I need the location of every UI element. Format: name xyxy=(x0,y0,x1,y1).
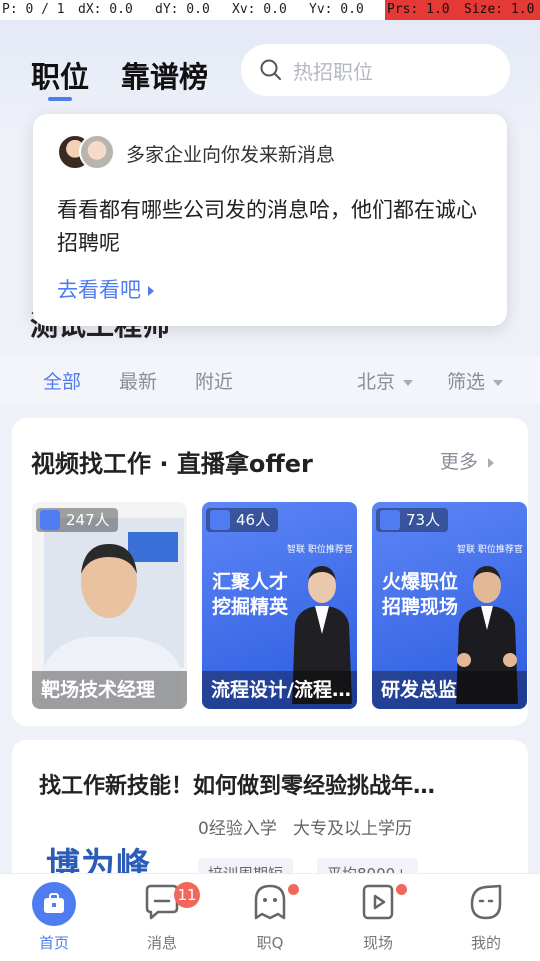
more-label: 更多 xyxy=(440,451,479,473)
nav-mine-label: 我的 xyxy=(470,934,501,952)
debug-dx: dX: 0.0 xyxy=(78,2,133,17)
message-badge: 11 xyxy=(174,882,200,908)
tab-ranking[interactable]: 靠谱榜 xyxy=(121,54,208,96)
viewer-count: 46人 xyxy=(206,508,279,532)
debug-dy: dY: 0.0 xyxy=(155,2,210,17)
search-icon xyxy=(260,59,281,80)
nav-home-label: 首页 xyxy=(38,934,69,952)
tab-active-indicator xyxy=(48,97,72,101)
message-popup[interactable]: 多家企业向你发来新消息 看看都有哪些公司发的消息哈，他们都在诚心招聘呢 去看看吧 xyxy=(33,114,507,326)
viewer-count: 247人 xyxy=(36,508,118,532)
nav-mine[interactable]: 我的 xyxy=(432,874,540,961)
chevron-right-icon xyxy=(148,286,154,296)
live-bars-icon xyxy=(380,509,400,530)
avatar xyxy=(79,134,115,170)
search-placeholder: 热招职位 xyxy=(293,60,373,84)
play-video-icon xyxy=(362,884,394,920)
ghost-chat-icon xyxy=(254,884,286,920)
debug-size: Size: 1.0 xyxy=(462,0,540,20)
nav-live-label: 现场 xyxy=(362,934,393,952)
debug-yv: Yv: 0.0 xyxy=(309,2,364,17)
nav-messages[interactable]: 11 消息 xyxy=(108,874,216,961)
course-title: 找工作新技能！如何做到零经验挑战年… xyxy=(39,774,436,799)
popup-body: 看看都有哪些公司发的消息哈，他们都在诚心招聘呢 xyxy=(57,198,477,255)
video-thumb[interactable]: 智联 职位推荐官 火爆职位 招聘现场 73人 研发总监 xyxy=(372,502,527,709)
filter-bar: 全部 最新 附近 北京 筛选 xyxy=(0,355,540,405)
video-section: 视频找工作 · 直播拿offer 更多 247人 靶场技术经理 智联 职位推荐官… xyxy=(12,418,528,726)
video-slogan: 火爆职位 招聘现场 xyxy=(382,571,459,618)
debug-overlay: P: 0 / 1 dX: 0.0 dY: 0.0 Xv: 0.0 Yv: 0.0… xyxy=(0,0,540,20)
live-bars-icon xyxy=(210,509,230,530)
nav-zhiq[interactable]: 职Q xyxy=(216,874,324,961)
filter-city-label: 北京 xyxy=(357,371,396,393)
course-info: 0经验入学 大专及以上学历 xyxy=(198,819,413,839)
video-caption: 流程设计/流程… xyxy=(202,671,357,709)
video-thumb[interactable]: 智联 职位推荐官 汇聚人才 挖掘精英 46人 流程设计/流程… xyxy=(202,502,357,709)
notification-dot xyxy=(288,884,299,895)
viewer-count: 73人 xyxy=(376,508,449,532)
chevron-right-icon xyxy=(488,457,495,468)
video-thumb[interactable]: 247人 靶场技术经理 xyxy=(32,502,187,709)
debug-prs: Prs: 1.0 xyxy=(385,0,462,20)
live-bars-icon xyxy=(40,509,60,530)
chevron-down-icon xyxy=(403,379,414,386)
video-slogan: 汇聚人才 挖掘精英 xyxy=(212,571,289,618)
popup-link-label: 去看看吧 xyxy=(57,278,141,302)
notification-dot xyxy=(396,884,407,895)
home-briefcase-icon xyxy=(32,882,76,926)
search-input[interactable]: 热招职位 xyxy=(241,44,510,96)
filter-latest[interactable]: 最新 xyxy=(119,367,157,394)
video-caption: 研发总监 xyxy=(372,671,527,709)
nav-zhiq-label: 职Q xyxy=(256,934,284,952)
filter-city[interactable]: 北京 xyxy=(357,367,414,394)
popup-link[interactable]: 去看看吧 xyxy=(57,274,154,304)
filter-nearby[interactable]: 附近 xyxy=(195,367,233,394)
tab-jobs[interactable]: 职位 xyxy=(31,54,89,96)
filter-screen[interactable]: 筛选 xyxy=(447,367,504,394)
debug-pointer: P: 0 / 1 xyxy=(2,2,65,17)
brand-label: 智联 职位推荐官 xyxy=(287,545,353,555)
filter-all[interactable]: 全部 xyxy=(43,367,81,394)
profile-face-icon xyxy=(470,884,502,920)
brand-label: 智联 职位推荐官 xyxy=(457,545,523,555)
nav-messages-label: 消息 xyxy=(146,934,177,952)
nav-home[interactable]: 首页 xyxy=(0,874,108,961)
bottom-nav: 首页 11 消息 职Q 现场 我的 xyxy=(0,873,540,961)
chevron-down-icon xyxy=(493,379,504,386)
filter-screen-label: 筛选 xyxy=(447,371,486,393)
nav-live[interactable]: 现场 xyxy=(324,874,432,961)
more-button[interactable]: 更多 xyxy=(440,447,495,474)
debug-xv: Xv: 0.0 xyxy=(232,2,287,17)
video-section-title: 视频找工作 · 直播拿offer xyxy=(31,450,313,478)
video-caption: 靶场技术经理 xyxy=(32,671,187,709)
popup-title: 多家企业向你发来新消息 xyxy=(126,144,336,166)
